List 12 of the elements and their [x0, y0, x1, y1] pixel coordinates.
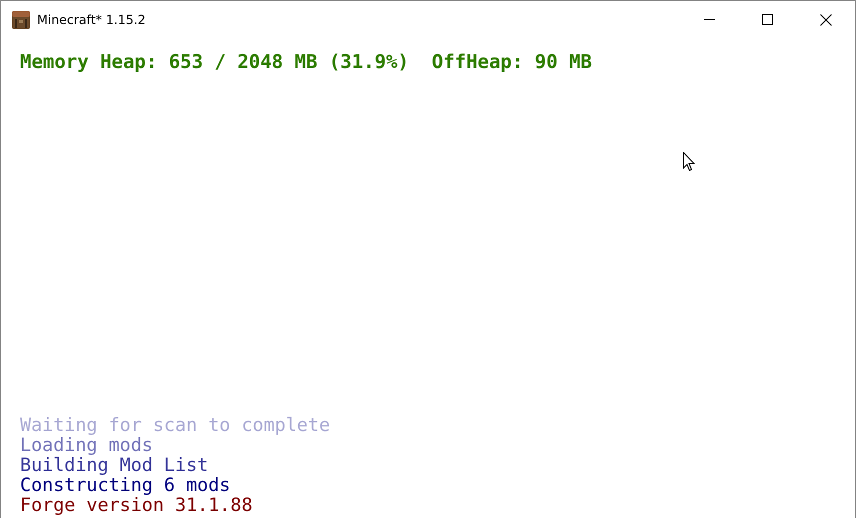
crafting-table-icon	[11, 10, 31, 30]
minimize-icon	[704, 18, 716, 20]
log-line: Building Mod List	[20, 456, 208, 476]
memory-readout: Memory Heap: 653 / 2048 MB (31.9%) OffHeap: 90 MB	[20, 51, 592, 73]
log-line: Loading mods	[20, 436, 153, 456]
window-title: Minecraft* 1.15.2	[37, 12, 146, 27]
log-line: Forge version 31.1.88	[20, 496, 253, 516]
close-icon	[820, 14, 832, 26]
log-line: Waiting for scan to complete	[20, 416, 330, 436]
log-line: Constructing 6 mods	[20, 476, 230, 496]
maximize-icon	[762, 14, 774, 26]
mouse-pointer-icon	[683, 152, 696, 172]
